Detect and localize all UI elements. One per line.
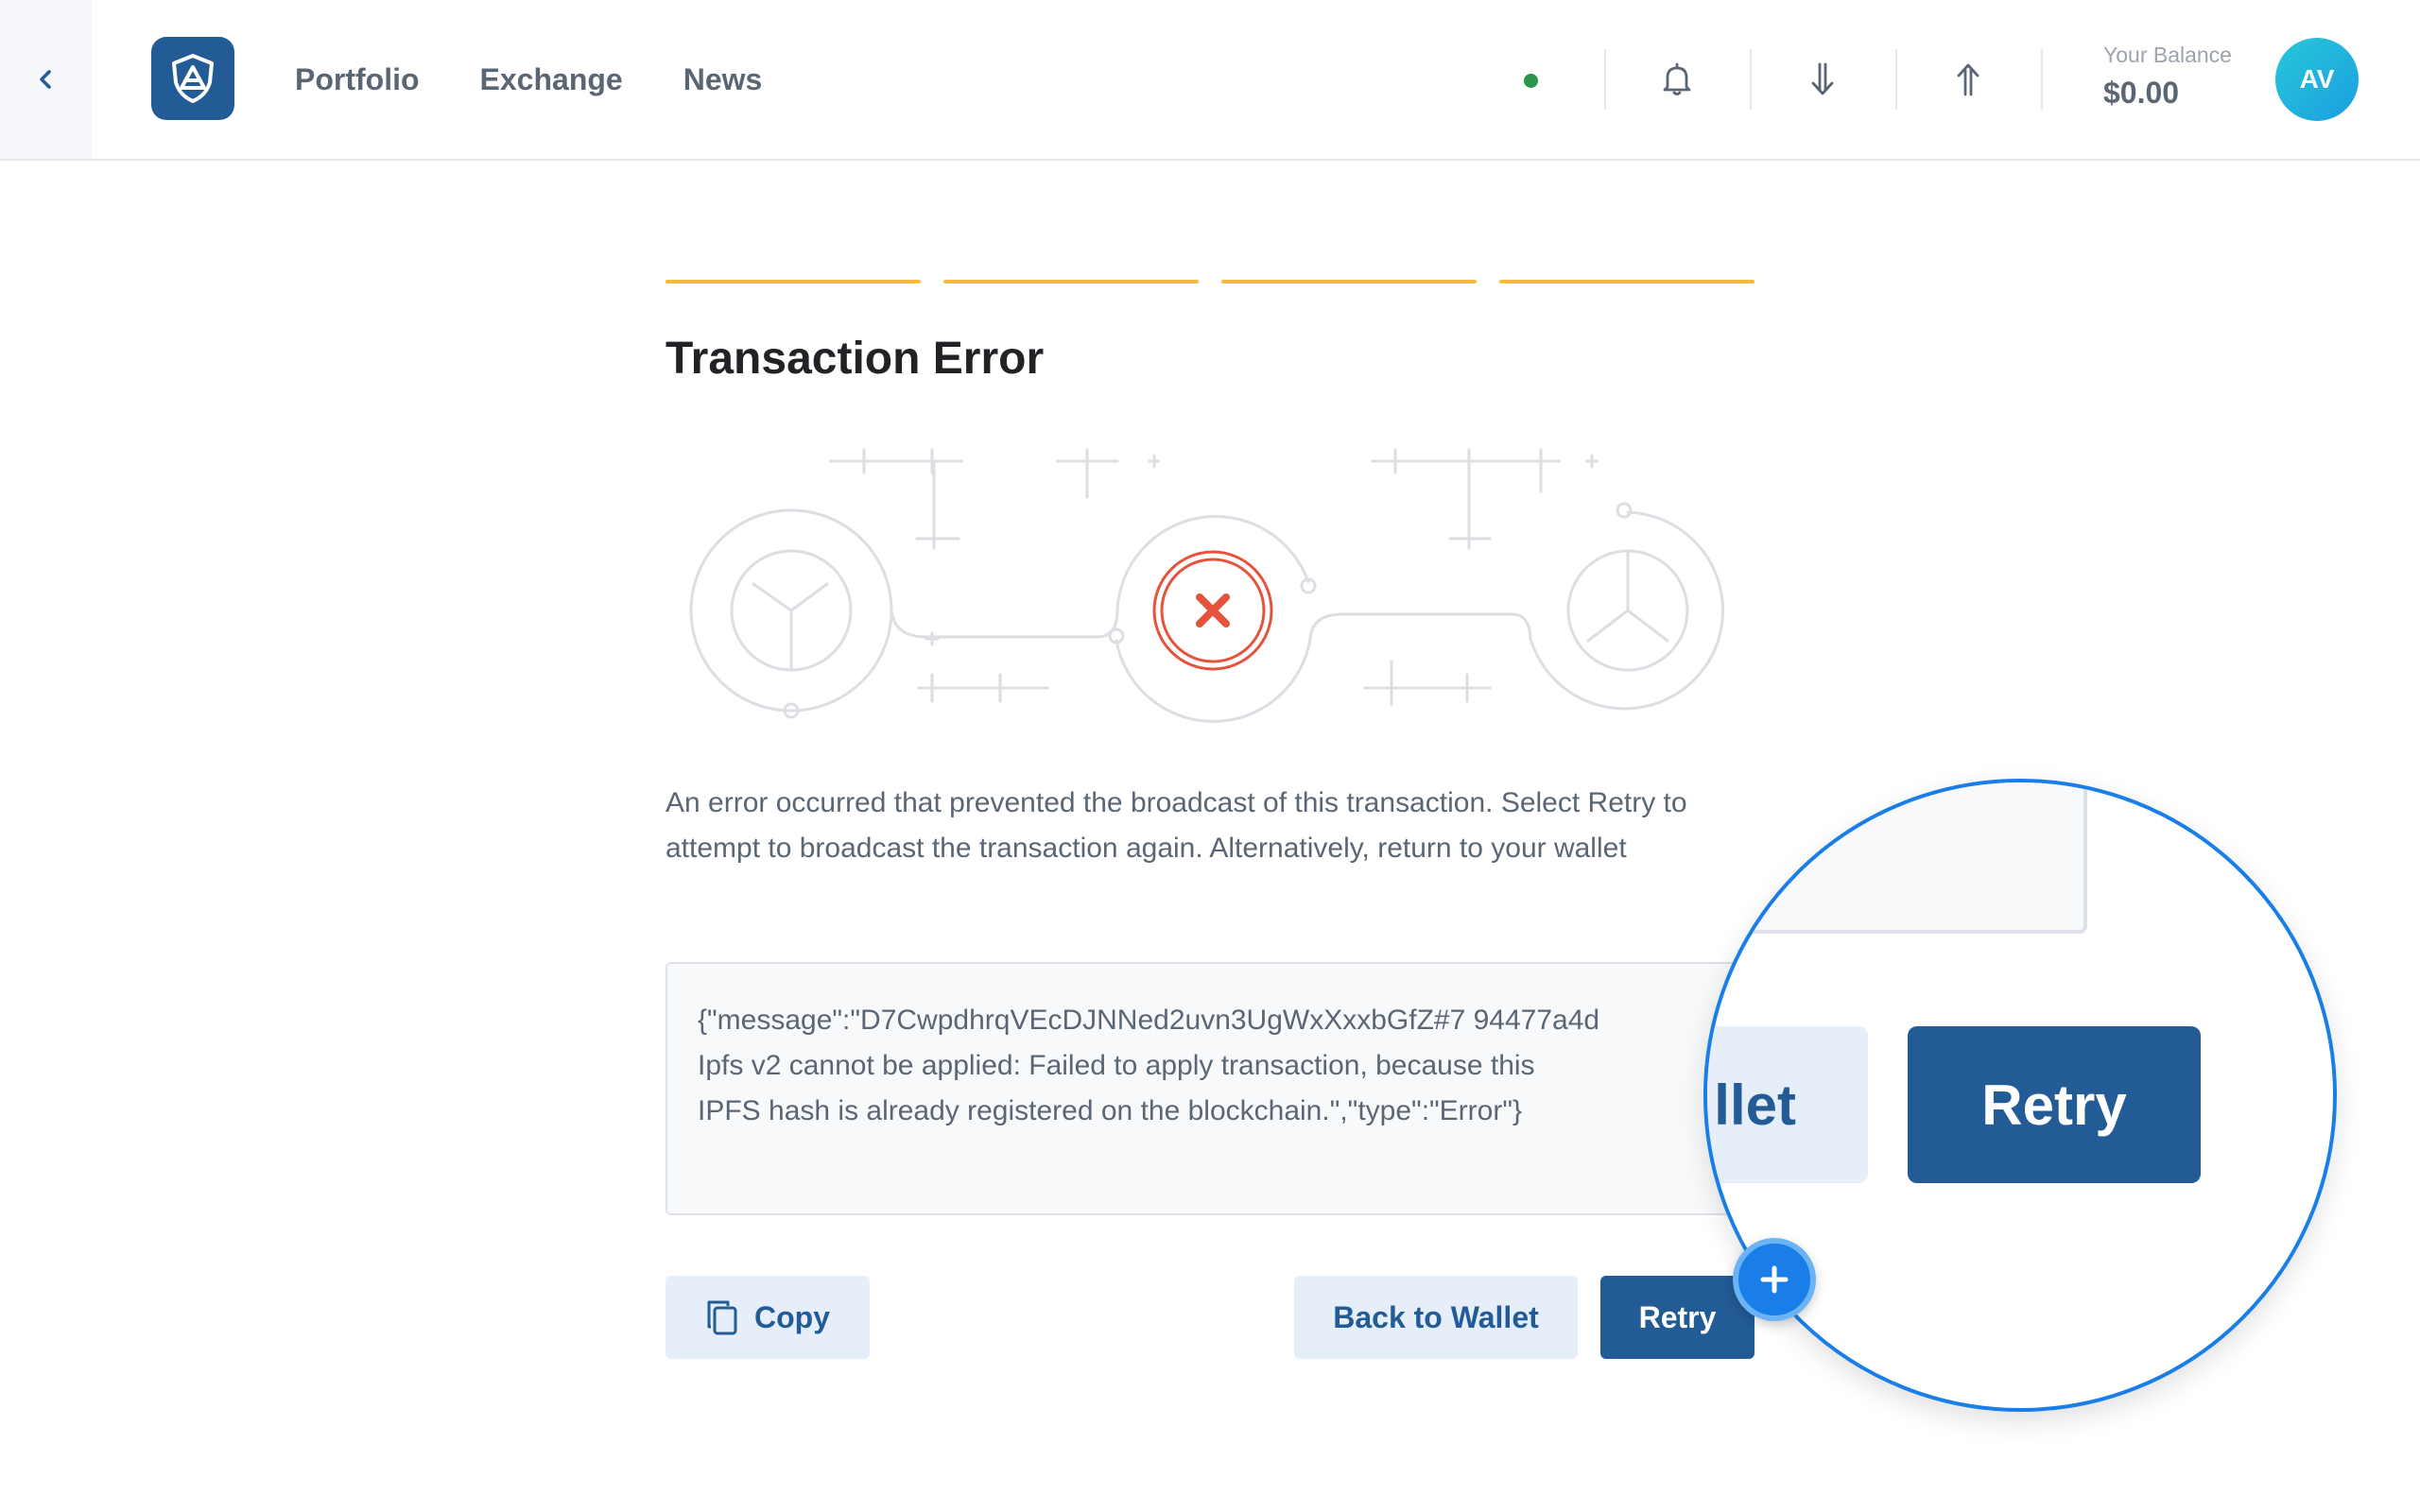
step-indicator-2 (943, 280, 1199, 284)
back-to-wallet-button[interactable]: Back to Wallet (1294, 1276, 1578, 1359)
nav-exchange[interactable]: Exchange (480, 62, 623, 97)
nav-news[interactable]: News (683, 62, 763, 97)
magnified-retry-button: Retry (1908, 1026, 2201, 1183)
copy-button-label: Copy (754, 1299, 830, 1334)
main-nav: Portfolio Exchange News (295, 0, 762, 159)
magnifier-plus-badge (1733, 1238, 1816, 1321)
error-message-box[interactable]: {"message":"D7CwpdhrqVEcDJNNed2uvn3UgWxX… (666, 962, 1753, 1215)
error-x-icon (1152, 550, 1273, 671)
send-button[interactable] (1942, 53, 1995, 106)
divider (2041, 49, 2043, 110)
back-button[interactable] (0, 0, 92, 159)
chevron-left-icon (39, 70, 51, 89)
error-message-text: {"message":"D7CwpdhrqVEcDJNNed2uvn3UgWxX… (698, 1005, 1600, 1126)
step-indicator-4 (1499, 280, 1754, 284)
bell-icon (1663, 62, 1691, 95)
copy-icon (707, 1300, 737, 1335)
divider (1750, 49, 1752, 110)
app-logo[interactable] (151, 37, 234, 120)
magnifier-lens: llet Retry (1703, 779, 2337, 1412)
arrow-down-icon (1811, 62, 1834, 95)
divider (1895, 49, 1897, 110)
page-title: Transaction Error (666, 334, 1045, 384)
retry-button[interactable]: Retry (1600, 1276, 1754, 1359)
connection-status-dot (1524, 74, 1538, 88)
nav-portfolio[interactable]: Portfolio (295, 62, 420, 97)
notifications-button[interactable] (1651, 53, 1703, 106)
user-avatar[interactable]: AV (2275, 38, 2359, 121)
ark-logo-icon (172, 54, 214, 103)
balance-value: $0.00 (2103, 76, 2180, 110)
arrow-up-icon (1957, 63, 1979, 96)
plus-icon (1760, 1265, 1789, 1294)
error-description: An error occurred that prevented the bro… (666, 787, 1687, 864)
divider (1604, 49, 1606, 110)
balance-label: Your Balance (2103, 43, 2232, 67)
receive-button[interactable] (1796, 53, 1849, 106)
magnified-back-to-wallet-button: llet (1707, 1026, 1868, 1183)
step-indicator-1 (666, 280, 921, 284)
copy-button[interactable]: Copy (666, 1276, 870, 1359)
top-navbar: Portfolio Exchange News Your Balance $0.… (0, 0, 2420, 161)
magnified-error-box (1707, 782, 2087, 934)
step-indicator-3 (1221, 280, 1477, 284)
transaction-error-illustration (689, 448, 1725, 723)
